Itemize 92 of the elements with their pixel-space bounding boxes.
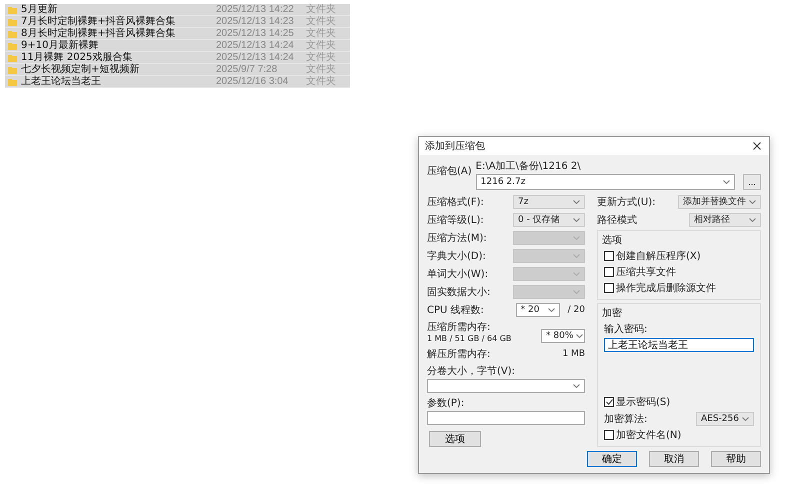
file-name: 上老王论坛当老王 xyxy=(21,76,102,87)
dialog-button[interactable]: 取消 xyxy=(649,451,699,467)
file-date: 2025/12/13 14:25 xyxy=(216,28,295,39)
caret-icon xyxy=(573,290,580,294)
caret-icon xyxy=(576,334,584,338)
dropdown[interactable]: * 20 xyxy=(516,302,560,316)
dropdown[interactable]: 7z xyxy=(513,194,585,208)
file-date: 2025/12/13 14:23 xyxy=(216,16,295,27)
dropdown[interactable]: AES-256 xyxy=(696,412,754,426)
file-row[interactable]: 8月长时定制裸舞+抖音风裸舞合集 2025/12/13 14:25 文件夹 xyxy=(5,28,350,40)
file-row[interactable]: 5月更新 2025/12/13 14:22 文件夹 xyxy=(5,4,350,16)
field-label: 压缩方法(M): xyxy=(427,232,487,244)
file-type: 文件夹 xyxy=(306,76,336,87)
file-date: 2025/12/16 3:04 xyxy=(216,76,290,87)
file-row[interactable]: 11月裸舞 2025戏服合集 2025/12/13 14:24 文件夹 xyxy=(5,52,350,64)
caret-icon xyxy=(749,200,756,204)
file-name: 5月更新 xyxy=(21,4,58,15)
close-button[interactable] xyxy=(751,140,763,152)
file-row[interactable]: 7月长时定制裸舞+抖音风裸舞合集 2025/12/13 14:23 文件夹 xyxy=(5,16,350,28)
memory-value: 1 MB / 51 GB / 64 GB xyxy=(427,334,512,343)
field-label: 加密算法: xyxy=(604,412,648,426)
caret-icon xyxy=(749,218,756,222)
dropdown[interactable]: 1216 2.7z xyxy=(476,174,735,190)
dropdown[interactable]: 相对路径 xyxy=(689,212,761,226)
file-type: 文件夹 xyxy=(306,52,336,63)
checkbox-label: 显示密码(S) xyxy=(616,396,670,409)
dropdown[interactable]: * 80% xyxy=(541,329,585,343)
checkbox-label: 加密文件名(N) xyxy=(616,428,682,442)
path-text: E:\A加工\备份\1216 2\ xyxy=(476,160,582,173)
file-type: 文件夹 xyxy=(306,40,336,51)
field-label: 参数(P): xyxy=(427,396,466,410)
dropdown[interactable]: 0 - 仅存储 xyxy=(513,212,585,226)
file-row[interactable]: 9+10月最新裸舞 2025/12/13 14:24 文件夹 xyxy=(5,40,350,52)
file-name: 8月长时定制裸舞+抖音风裸舞合集 xyxy=(21,28,177,39)
field-label: 固实数据大小: xyxy=(427,286,490,298)
checkbox[interactable] xyxy=(604,283,614,293)
caret-icon xyxy=(573,272,580,276)
caret-icon xyxy=(548,308,555,312)
caret-icon xyxy=(573,254,580,258)
file-name: 9+10月最新裸舞 xyxy=(21,40,100,51)
file-type: 文件夹 xyxy=(306,28,336,39)
file-row[interactable]: 七夕长视频定制+短视频新 2025/9/7 7:28 文件夹 xyxy=(5,64,350,76)
close-icon xyxy=(753,142,761,150)
field-label: 压缩等级(L): xyxy=(427,214,484,226)
field-label: 解压所需内存: xyxy=(427,348,490,360)
checkbox[interactable] xyxy=(604,267,614,277)
field-value: 1 MB xyxy=(562,348,585,358)
field-label: 压缩格式(F): xyxy=(427,196,484,208)
checkbox[interactable] xyxy=(604,430,614,440)
field-label: 字典大小(D): xyxy=(427,250,486,262)
field-label: 输入密码: xyxy=(604,322,648,336)
checkbox[interactable] xyxy=(604,397,614,407)
field-value: / 20 xyxy=(568,304,585,314)
file-date: 2025/12/13 14:24 xyxy=(216,52,295,63)
group-title: 加密 xyxy=(602,306,623,320)
checkbox-label: 操作完成后删除源文件 xyxy=(616,282,716,295)
field-label: CPU 线程数: xyxy=(427,304,484,316)
file-name: 7月长时定制裸舞+抖音风裸舞合集 xyxy=(21,16,177,27)
caret-icon xyxy=(742,416,749,420)
browse-button[interactable]: ... xyxy=(743,174,761,190)
group-title: 选项 xyxy=(602,234,623,247)
file-date: 2025/9/7 7:28 xyxy=(216,64,278,75)
dialog-button[interactable]: 帮助 xyxy=(711,451,761,467)
checkbox-label: 压缩共享文件 xyxy=(616,266,676,279)
check-icon xyxy=(606,399,612,405)
options-button[interactable]: 选项 xyxy=(429,431,481,447)
file-type: 文件夹 xyxy=(306,4,336,15)
dropdown[interactable]: 添加并替换文件 xyxy=(678,194,761,208)
file-name: 11月裸舞 2025戏服合集 xyxy=(21,52,134,63)
caret-icon xyxy=(573,200,580,204)
field-label: 更新方式(U): xyxy=(597,196,656,208)
file-date: 2025/12/13 14:22 xyxy=(216,4,295,15)
field-label: 压缩包(A) xyxy=(427,164,472,178)
caret-icon xyxy=(573,236,580,240)
input-field[interactable] xyxy=(427,411,585,425)
checkbox[interactable] xyxy=(604,251,614,261)
file-type: 文件夹 xyxy=(306,16,336,27)
password-field[interactable]: 上老王论坛当老王 xyxy=(604,338,754,352)
field-label: 分卷大小，字节(V): xyxy=(427,364,516,378)
file-type: 文件夹 xyxy=(306,64,336,75)
window-title: 添加到压缩包 xyxy=(425,140,485,153)
field-label: 压缩所需内存: xyxy=(427,320,492,334)
field-label: 单词大小(W): xyxy=(427,268,488,280)
field-label: 路径模式 xyxy=(597,214,637,226)
caret-icon xyxy=(573,218,580,222)
file-date: 2025/12/13 14:24 xyxy=(216,40,295,51)
file-name: 七夕长视频定制+短视频新 xyxy=(21,64,140,75)
caret-icon xyxy=(723,180,730,184)
checkbox-label: 创建自解压程序(X) xyxy=(616,250,701,263)
file-row[interactable]: 上老王论坛当老王 2025/12/16 3:04 文件夹 xyxy=(5,76,350,88)
dialog-button[interactable]: 确定 xyxy=(587,451,637,467)
caret-icon xyxy=(573,384,580,388)
